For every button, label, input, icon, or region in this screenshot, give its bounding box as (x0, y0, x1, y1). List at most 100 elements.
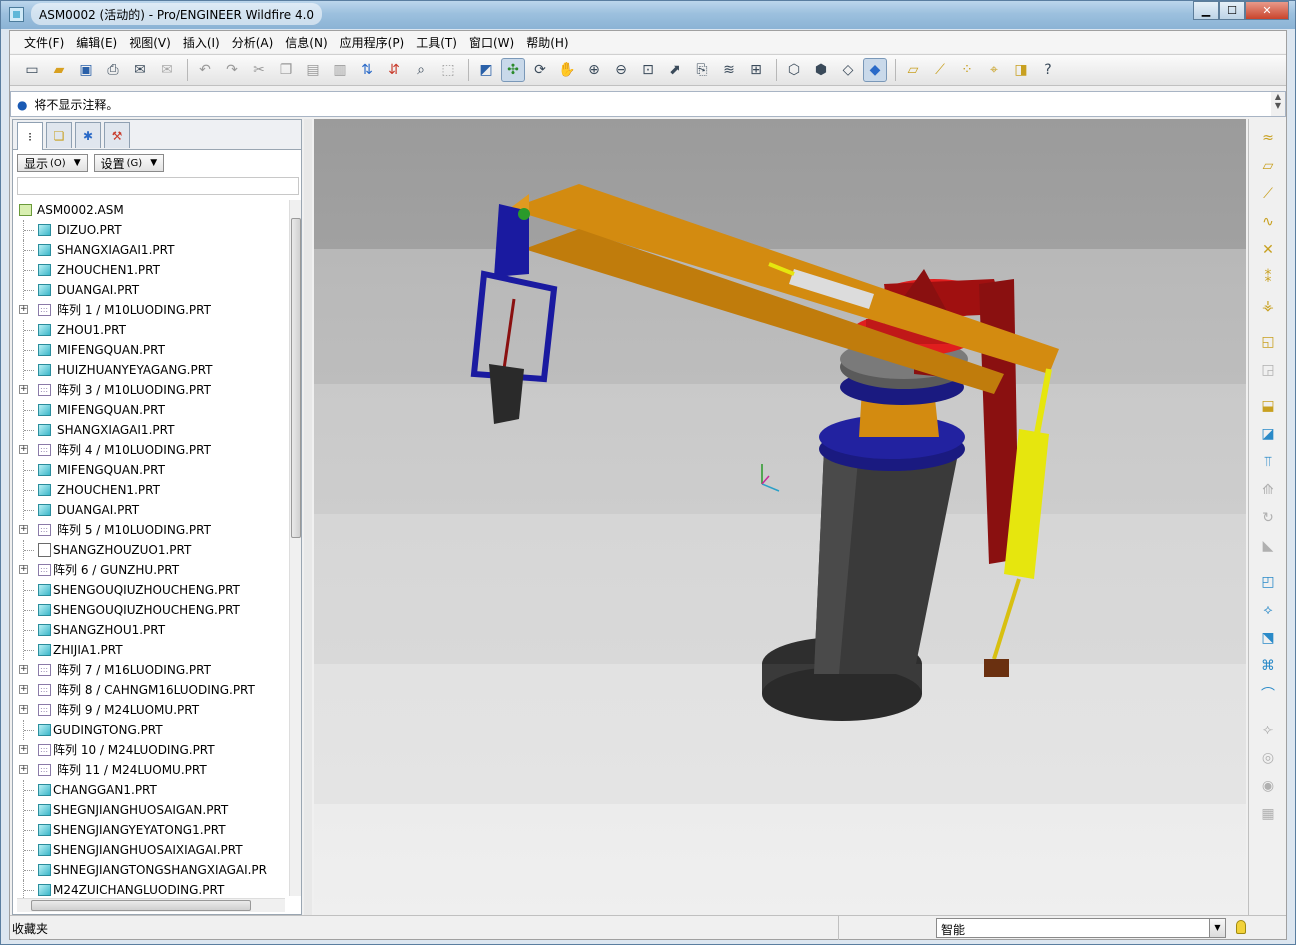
redo-icon[interactable]: ↷ (220, 58, 244, 82)
select-box-icon[interactable]: ⬚ (436, 58, 460, 82)
hidden-line-icon[interactable]: ⬢ (809, 58, 833, 82)
mirror-icon[interactable]: ⌒ (1256, 683, 1280, 705)
scroll-thumb[interactable] (31, 900, 251, 911)
expand-toggle[interactable]: + (19, 565, 28, 574)
assemble-icon[interactable]: ◱ (1256, 331, 1280, 353)
pan-icon[interactable]: ✋ (555, 58, 579, 82)
find-icon[interactable]: ⌕ (409, 58, 433, 82)
save-icon[interactable]: ▣ (74, 58, 98, 82)
datum-points-icon[interactable]: ⁘ (955, 58, 979, 82)
hole-icon[interactable]: ↻ (1256, 507, 1280, 529)
menu-view[interactable]: 视图(V) (123, 32, 177, 53)
datum-plane-icon[interactable]: ≈ (1256, 127, 1280, 149)
orient-icon[interactable]: ⟳ (528, 58, 552, 82)
expand-toggle[interactable]: + (19, 305, 28, 314)
blend-icon[interactable]: ⟰ (1256, 479, 1280, 501)
annotation-icon[interactable]: ◨ (1009, 58, 1033, 82)
new-file-icon[interactable]: ▭ (20, 58, 44, 82)
draft-icon[interactable]: ⟡ (1256, 599, 1280, 621)
tree-item[interactable]: ZHOU1.PRT (17, 320, 285, 340)
selection-filter-select[interactable]: 智能 ▼ (936, 918, 1226, 938)
csys-icon[interactable]: ⌖ (982, 58, 1006, 82)
round-icon[interactable]: ◣ (1256, 535, 1280, 557)
spin-center-icon[interactable]: ✣ (501, 58, 525, 82)
shading-icon[interactable]: ◆ (863, 58, 887, 82)
tree-item[interactable]: ZHIJIA1.PRT (17, 640, 285, 660)
expand-toggle[interactable]: + (19, 685, 28, 694)
menu-window[interactable]: 窗口(W) (463, 32, 520, 53)
paste-icon[interactable]: ▤ (301, 58, 325, 82)
expand-toggle[interactable]: + (19, 705, 28, 714)
expand-toggle[interactable]: + (19, 525, 28, 534)
offset-icon[interactable]: ◉ (1256, 775, 1280, 797)
tree-item[interactable]: SHNEGJIANGTONGSHANGXIAGAI.PR (17, 860, 285, 880)
regen-manager-icon[interactable]: ⇵ (382, 58, 406, 82)
tree-item[interactable]: HUIZHUANYEYAGANG.PRT (17, 360, 285, 380)
tree-item[interactable]: + 阵列 5 / M10LUODING.PRT (17, 520, 285, 540)
tree-item[interactable]: + 阵列 10 / M24LUODING.PRT (17, 740, 285, 760)
expand-toggle[interactable]: + (19, 765, 28, 774)
offset-point-icon[interactable]: ✕ (1256, 239, 1280, 261)
menu-help[interactable]: 帮助(H) (520, 32, 574, 53)
tree-item[interactable]: + 阵列 11 / M24LUOMU.PRT (17, 760, 285, 780)
context-help-icon[interactable]: ? (1036, 58, 1060, 82)
tree-item[interactable]: + 阵列 8 / CAHNGM16LUODING.PRT (17, 680, 285, 700)
tree-item[interactable]: SHEGNJIANGHUOSAIGAN.PRT (17, 800, 285, 820)
paste-special-icon[interactable]: ▥ (328, 58, 352, 82)
menu-info[interactable]: 信息(N) (279, 32, 333, 53)
menu-analysis[interactable]: 分析(A) (226, 32, 280, 53)
tree-item[interactable]: + 阵列 7 / M16LUODING.PRT (17, 660, 285, 680)
tree-item[interactable]: + 阵列 4 / M10LUODING.PRT (17, 440, 285, 460)
close-button[interactable]: ✕ (1245, 1, 1289, 20)
repaint-icon[interactable]: ◩ (474, 58, 498, 82)
tree-item[interactable]: ZHOUCHEN1.PRT (17, 260, 285, 280)
tree-item[interactable]: ZHOUCHEN1.PRT (17, 480, 285, 500)
datum-csys-icon[interactable]: ⚶ (1256, 295, 1280, 317)
tree-item[interactable]: + 阵列 1 / M10LUODING.PRT (17, 300, 285, 320)
reorient-icon[interactable]: ⬈ (663, 58, 687, 82)
undo-icon[interactable]: ↶ (193, 58, 217, 82)
connections-tab[interactable]: ⚒ (104, 122, 130, 148)
tree-item[interactable]: + 阵列 6 / GUNZHU.PRT (17, 560, 285, 580)
message-scrollbar[interactable]: ▲ ▼ (1271, 92, 1285, 116)
datum-point-icon[interactable]: ∿ (1256, 211, 1280, 233)
print-icon[interactable]: ⎙ (101, 58, 125, 82)
favorites-label[interactable]: 收藏夹 (12, 920, 48, 937)
title-bar[interactable]: ASM0002 (活动的) - Pro/ENGINEER Wildfire 4.… (1, 1, 1295, 29)
regenerate-icon[interactable]: ⇅ (355, 58, 379, 82)
tree-horizontal-scrollbar[interactable] (17, 898, 285, 912)
scroll-thumb[interactable] (291, 218, 301, 538)
show-dropdown[interactable]: 显示 (O) ▼ (17, 154, 88, 172)
tree-item[interactable]: SHANGXIAGAI1.PRT (17, 420, 285, 440)
tree-root[interactable]: ASM0002.ASM (17, 200, 285, 220)
settings-dropdown[interactable]: 设置 (G) ▼ (93, 154, 165, 172)
maximize-button[interactable]: ☐ (1219, 1, 1245, 20)
shell-icon[interactable]: ◰ (1256, 571, 1280, 593)
create-component-icon[interactable]: ◲ (1256, 359, 1280, 381)
datum-curve-icon[interactable]: ⟋ (1256, 183, 1280, 205)
pattern-icon[interactable]: ⌘ (1256, 655, 1280, 677)
expand-toggle[interactable]: + (19, 665, 28, 674)
layers-icon[interactable]: ≋ (717, 58, 741, 82)
datum-axes-icon[interactable]: ⟋ (928, 58, 952, 82)
tree-item[interactable]: DUANGAI.PRT (17, 280, 285, 300)
tree-item[interactable]: MIFENGQUAN.PRT (17, 460, 285, 480)
copy-icon[interactable]: ❐ (274, 58, 298, 82)
tree-item[interactable]: SHANGZHOU1.PRT (17, 620, 285, 640)
menu-file[interactable]: 文件(F) (18, 32, 70, 53)
menu-applications[interactable]: 应用程序(P) (334, 32, 411, 53)
message-bulb-icon[interactable] (1236, 920, 1246, 934)
tree-item[interactable]: + 阵列 3 / M10LUODING.PRT (17, 380, 285, 400)
tree-item[interactable]: SHENGJIANGYEYATONG1.PRT (17, 820, 285, 840)
expand-toggle[interactable]: + (19, 745, 28, 754)
email-icon[interactable]: ✉ (128, 58, 152, 82)
view-manager-icon[interactable]: ⊞ (744, 58, 768, 82)
menu-insert[interactable]: 插入(I) (177, 32, 226, 53)
panel-sash[interactable] (304, 119, 312, 915)
datum-planes-icon[interactable]: ▱ (901, 58, 925, 82)
tree-item[interactable]: MIFENGQUAN.PRT (17, 340, 285, 360)
no-hidden-icon[interactable]: ◇ (836, 58, 860, 82)
tree-vertical-scrollbar[interactable] (289, 200, 301, 896)
sweep-icon[interactable]: ⫪ (1256, 451, 1280, 473)
tree-item[interactable]: SHENGOUQIUZHOUCHENG.PRT (17, 600, 285, 620)
